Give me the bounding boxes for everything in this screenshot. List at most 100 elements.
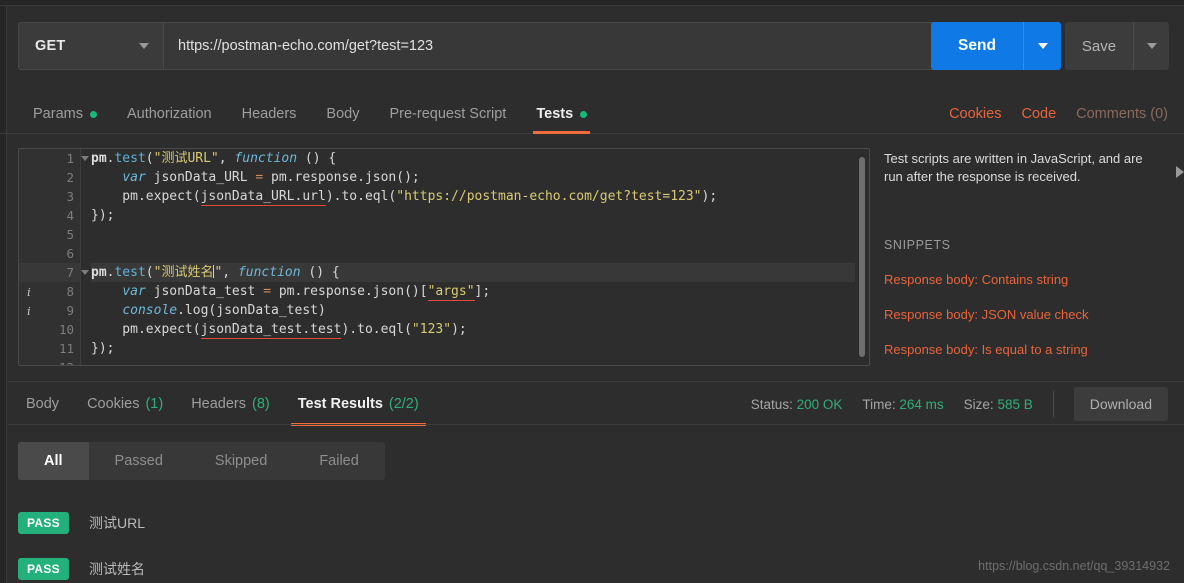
line-number: 6 xyxy=(66,246,74,261)
test-result-filters: All Passed Skipped Failed xyxy=(18,442,385,480)
collapse-panel-arrow-icon[interactable] xyxy=(1176,166,1184,178)
line-number: 10 xyxy=(58,322,74,337)
snippet-item[interactable]: Response body: Contains string xyxy=(884,272,1166,287)
code-line: }); xyxy=(91,208,115,223)
code-line: }); xyxy=(91,341,115,356)
send-options-button[interactable] xyxy=(1023,22,1061,70)
request-tab-links: Cookies Code Comments (0) xyxy=(949,94,1168,134)
tab-response-cookies-count: (1) xyxy=(145,396,164,412)
tab-response-headers-count: (8) xyxy=(252,396,270,412)
status-badge: PASS xyxy=(18,558,69,580)
tab-pre-request-script[interactable]: Pre-request Script xyxy=(374,94,521,134)
tab-response-body[interactable]: Body xyxy=(12,384,73,424)
test-result-name: 测试URL xyxy=(89,515,146,531)
tab-body-label: Body xyxy=(326,106,360,122)
window-top-strip xyxy=(0,0,1184,6)
send-button-group: Send xyxy=(931,22,1061,70)
watermark: https://blog.csdn.net/qq_39314932 xyxy=(978,559,1170,573)
line-number: 7 xyxy=(66,265,74,280)
test-result-list: PASS 测试URL PASS 测试姓名 xyxy=(18,500,918,583)
snippets-panel: Test scripts are written in JavaScript, … xyxy=(884,150,1184,368)
modified-dot-icon xyxy=(580,110,588,118)
response-tab-list: Body Cookies (1) Headers (8) Test Result… xyxy=(12,384,433,426)
tab-tests[interactable]: Tests xyxy=(521,94,602,134)
chevron-down-icon xyxy=(139,43,149,49)
info-marker-icon[interactable]: i xyxy=(27,285,31,299)
filter-failed[interactable]: Failed xyxy=(293,442,385,480)
gutter-line: 3 xyxy=(19,187,80,206)
code-line: pm.expect(jsonData_URL.url).to.eql("http… xyxy=(91,189,718,206)
tab-response-headers[interactable]: Headers (8) xyxy=(177,384,284,424)
tab-test-results[interactable]: Test Results (2/2) xyxy=(284,384,433,426)
http-method-selector[interactable]: GET xyxy=(18,22,163,70)
tests-script-editor[interactable]: 1 2 3 4 5 6 7 i8 i9 10 11 12 pm.test("测试… xyxy=(18,148,870,366)
save-button[interactable]: Save xyxy=(1065,22,1133,70)
status-label: Status: xyxy=(750,396,793,412)
code-line: var jsonData_test = pm.response.json()["… xyxy=(122,284,491,301)
gutter-line: 6 xyxy=(19,244,80,263)
response-meta: Status: 200 OK Time: 264 ms Size: 585 B … xyxy=(751,384,1168,424)
filter-passed[interactable]: Passed xyxy=(89,442,189,480)
tab-headers-label: Headers xyxy=(241,106,297,122)
time-value: 264 ms xyxy=(899,396,944,412)
editor-gutter: 1 2 3 4 5 6 7 i8 i9 10 11 12 xyxy=(19,149,89,365)
filter-skipped[interactable]: Skipped xyxy=(189,442,293,480)
comments-link[interactable]: Comments (0) xyxy=(1076,106,1168,122)
line-number: 12 xyxy=(59,360,74,365)
status-badge: PASS xyxy=(18,512,69,534)
save-button-group: Save xyxy=(1065,22,1169,70)
gutter-line: 2 xyxy=(19,168,80,187)
snippet-item[interactable]: Response body: Is equal to a string xyxy=(884,342,1166,357)
cookies-link[interactable]: Cookies xyxy=(949,106,1001,122)
chevron-down-icon xyxy=(1146,43,1157,49)
gutter-line: 10 xyxy=(19,320,80,339)
code-link[interactable]: Code xyxy=(1021,106,1056,122)
line-number: 5 xyxy=(66,227,74,242)
line-number: 11 xyxy=(58,341,74,356)
code-line: console.log(jsonData_test) xyxy=(122,303,326,318)
size-label: Size: xyxy=(963,396,994,412)
tab-body[interactable]: Body xyxy=(311,94,374,134)
status-meta: Status: 200 OK xyxy=(751,397,843,412)
tab-response-headers-label: Headers xyxy=(191,396,246,412)
http-method-label: GET xyxy=(35,38,66,54)
url-input[interactable]: https://postman-echo.com/get?test=123 xyxy=(163,22,942,70)
code-line: pm.test("测试姓名", function () { xyxy=(91,263,855,282)
tab-headers[interactable]: Headers xyxy=(227,94,312,134)
panel-divider xyxy=(8,381,1184,382)
tab-test-results-count: (2/2) xyxy=(388,396,419,412)
tab-test-results-label: Test Results xyxy=(297,396,383,412)
tab-response-cookies[interactable]: Cookies (1) xyxy=(73,384,177,424)
gutter-line: 11 xyxy=(19,339,80,358)
download-button[interactable]: Download xyxy=(1073,387,1168,421)
gutter-line: 4 xyxy=(19,206,80,225)
code-line: pm.expect(jsonData_test.test).to.eql("12… xyxy=(91,322,467,339)
size-meta: Size: 585 B xyxy=(964,397,1033,412)
tab-authorization[interactable]: Authorization xyxy=(112,94,227,134)
code-line: var jsonData_URL = pm.response.json(); xyxy=(122,170,420,185)
snippet-item[interactable]: Response body: JSON value check xyxy=(884,307,1166,322)
test-result-row: PASS 测试姓名 xyxy=(18,546,918,583)
filter-all[interactable]: All xyxy=(18,442,89,480)
editor-scrollbar-thumb[interactable] xyxy=(859,157,865,357)
info-marker-icon[interactable]: i xyxy=(27,304,31,318)
line-number: 1 xyxy=(66,151,74,166)
tab-params[interactable]: Params xyxy=(18,94,112,134)
response-divider xyxy=(8,424,1184,425)
send-button[interactable]: Send xyxy=(931,22,1023,70)
tab-authorization-label: Authorization xyxy=(126,106,212,122)
line-number: 4 xyxy=(66,208,74,223)
editor-scrollbar[interactable] xyxy=(858,153,866,363)
url-input-value: https://postman-echo.com/get?test=123 xyxy=(178,38,434,54)
request-tab-bar: Params Authorization Headers Body Pre-re… xyxy=(0,94,1184,134)
save-options-button[interactable] xyxy=(1133,22,1169,70)
line-number: 2 xyxy=(66,170,74,185)
line-number: 3 xyxy=(66,189,74,204)
gutter-line: 12 xyxy=(19,358,80,365)
test-result-row: PASS 测试URL xyxy=(18,500,918,546)
size-value: 585 B xyxy=(997,396,1033,412)
left-sidebar-rail xyxy=(0,6,7,583)
time-label: Time: xyxy=(862,396,896,412)
meta-divider xyxy=(1052,391,1054,417)
editor-code-area[interactable]: pm.test("测试URL", function () { var jsonD… xyxy=(81,149,855,365)
